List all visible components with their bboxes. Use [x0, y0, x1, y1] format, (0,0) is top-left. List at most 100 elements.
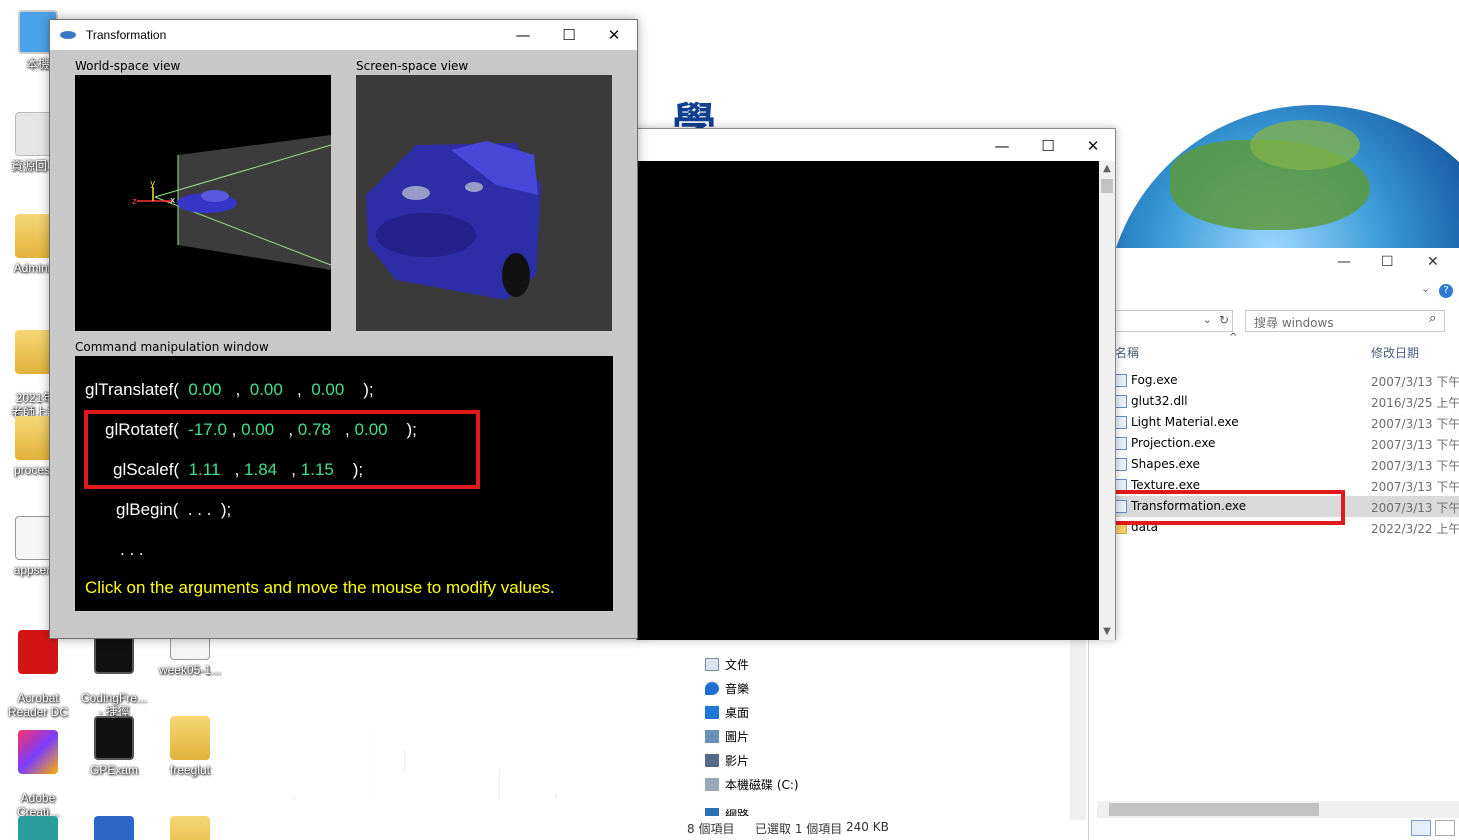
axis-label-y: y: [150, 179, 156, 189]
close-button[interactable]: ✕: [591, 20, 637, 50]
desktop-icon-partial[interactable]: [79, 816, 149, 840]
folder-icon: [170, 716, 210, 760]
desktop-icon-label: freeglut: [169, 763, 211, 777]
desktop: 學 尊重智慧財 本機 資源回收 Adminis 2021年 老師上課 proce…: [0, 0, 1459, 840]
refresh-icon[interactable]: ↻: [1219, 313, 1229, 327]
world-space-scene: z y x: [132, 135, 331, 270]
file-explorer-window: — ☐ ✕ ⌄ ? ⌄ ↻ 搜尋 windows ⌕ ^ 名稱 修改日期 Fog…: [1083, 248, 1459, 840]
nav-item-music[interactable]: 音樂: [705, 680, 749, 697]
scrollbar-thumb[interactable]: [1109, 803, 1319, 816]
car-roof: [201, 190, 229, 202]
file-row[interactable]: Shapes.exe 2007/3/13 下午: [1115, 454, 1459, 475]
command-manipulation-window: glTranslatef( 0.00 , 0.00 , 0.00 ); glRo…: [75, 356, 613, 611]
file-row[interactable]: Fog.exe 2007/3/13 下午: [1115, 370, 1459, 391]
file-date: 2007/3/13 下午: [1371, 480, 1459, 494]
exe-file-icon: [1115, 374, 1127, 387]
wallpaper-banner: 尊重智慧財: [230, 709, 723, 820]
file-name: glut32.dll: [1131, 394, 1188, 408]
screen-space-view[interactable]: [356, 75, 612, 331]
scroll-up-icon[interactable]: ▲: [1099, 161, 1115, 177]
help-icon[interactable]: ?: [1439, 284, 1453, 298]
status-selected: 已選取 1 個項目: [755, 822, 843, 836]
translate-arg-z[interactable]: 0.00: [311, 380, 344, 399]
details-view-icon[interactable]: [1411, 820, 1431, 836]
nav-item-videos[interactable]: 影片: [705, 752, 749, 769]
nav-item-label: 本機磁碟 (C:): [725, 778, 799, 792]
nav-item-label: 音樂: [725, 682, 750, 696]
address-bar[interactable]: ⌄ ↻: [1115, 310, 1233, 332]
app-icon: [94, 816, 134, 840]
car-headlight: [402, 186, 430, 200]
window-title: Transformation: [86, 28, 167, 42]
desktop-icon-gpexam[interactable]: GPExam: [79, 716, 149, 777]
desktop-icon-partial[interactable]: [155, 816, 225, 840]
title-bar[interactable]: Transformation — ☐ ✕: [50, 20, 637, 50]
chevron-down-icon[interactable]: ⌄: [1421, 282, 1430, 295]
exe-file-icon: [1115, 437, 1127, 450]
minimize-button[interactable]: —: [1337, 254, 1351, 270]
screen-space-scene: [366, 141, 541, 300]
file-row[interactable]: Projection.exe 2007/3/13 下午: [1115, 433, 1459, 454]
command-window-label: Command manipulation window: [75, 340, 269, 354]
render-canvas[interactable]: [637, 161, 1100, 640]
horizontal-scrollbar[interactable]: [1097, 801, 1459, 818]
opengl-output-window: — ☐ ✕ ▲ ▼: [636, 128, 1116, 640]
translate-arg-y[interactable]: 0.00: [250, 380, 283, 399]
status-size: 240 KB: [846, 820, 889, 834]
search-icon[interactable]: ⌕: [1429, 311, 1436, 326]
chevron-down-icon[interactable]: ⌄: [1203, 313, 1212, 326]
instruction-hint: Click on the arguments and move the mous…: [85, 578, 555, 597]
adobe-cc-icon: [18, 730, 58, 774]
nav-item-label: 影片: [725, 754, 750, 768]
maximize-button[interactable]: ☐: [1025, 131, 1071, 161]
vertical-scrollbar[interactable]: ▲ ▼: [1099, 161, 1115, 640]
column-header-name[interactable]: 名稱: [1115, 344, 1139, 361]
nav-item-label: 圖片: [725, 730, 750, 744]
minimize-button[interactable]: —: [500, 20, 546, 50]
nav-pane-scrollbar[interactable]: [1070, 640, 1086, 820]
close-button[interactable]: ✕: [1070, 131, 1116, 161]
column-header-date[interactable]: 修改日期: [1371, 344, 1419, 361]
file-date: 2007/3/13 下午: [1371, 501, 1459, 515]
world-space-view[interactable]: z y x: [75, 75, 331, 331]
maximize-button[interactable]: ☐: [1381, 254, 1394, 270]
pictures-icon: [705, 730, 719, 743]
car-bumper: [376, 213, 476, 257]
desktop-icon-partial[interactable]: [3, 816, 73, 840]
file-date: 2007/3/13 下午: [1371, 438, 1459, 452]
nav-item-network[interactable]: 網路: [705, 806, 749, 816]
highlight-box: [84, 410, 480, 489]
desktop-icon-label: GPExam: [89, 763, 138, 777]
scroll-down-icon[interactable]: ▼: [1099, 624, 1115, 640]
file-date: 2016/3/25 上午: [1371, 396, 1459, 410]
search-input[interactable]: 搜尋 windows: [1245, 310, 1445, 332]
transformation-window: Transformation — ☐ ✕ World-space view Sc…: [49, 19, 638, 639]
desktop-icon-label: Adobe Creati...: [16, 791, 59, 819]
nav-item-local-disk[interactable]: 本機磁碟 (C:): [705, 776, 799, 793]
nav-item-documents[interactable]: 文件: [705, 656, 749, 673]
app-icon: [18, 816, 58, 840]
desktop-icon-adobe-cc[interactable]: Adobe Creati...: [3, 716, 73, 819]
status-item-count: 8 個項目: [687, 822, 735, 836]
nav-item-desktop[interactable]: 桌面: [705, 704, 749, 721]
exe-file-icon: [1115, 458, 1127, 471]
folder-icon: [170, 816, 210, 840]
desktop-icon-label: 本機: [25, 57, 50, 71]
navigation-pane: 文件 音樂 桌面 圖片 影片 本機磁碟 (C:) 網路: [673, 640, 1088, 840]
nav-item-pictures[interactable]: 圖片: [705, 728, 749, 745]
translate-arg-x[interactable]: 0.00: [188, 380, 221, 399]
nav-item-label: 桌面: [725, 706, 750, 720]
function-name: glTranslatef(: [85, 380, 179, 399]
scrollbar-thumb[interactable]: [1101, 179, 1113, 193]
sort-up-icon: ^: [1229, 332, 1238, 343]
file-date: 2007/3/13 下午: [1371, 417, 1459, 431]
large-icons-view-icon[interactable]: [1435, 820, 1455, 836]
desktop-icon-freeglut[interactable]: freeglut: [155, 716, 225, 777]
highlight-box: [1083, 490, 1345, 525]
minimize-button[interactable]: —: [979, 131, 1025, 161]
maximize-button[interactable]: ☐: [546, 20, 592, 50]
file-row[interactable]: glut32.dll 2016/3/25 上午: [1115, 391, 1459, 412]
file-row[interactable]: Light Material.exe 2007/3/13 下午: [1115, 412, 1459, 433]
close-button[interactable]: ✕: [1427, 254, 1439, 270]
file-date: 2007/3/13 下午: [1371, 375, 1459, 389]
